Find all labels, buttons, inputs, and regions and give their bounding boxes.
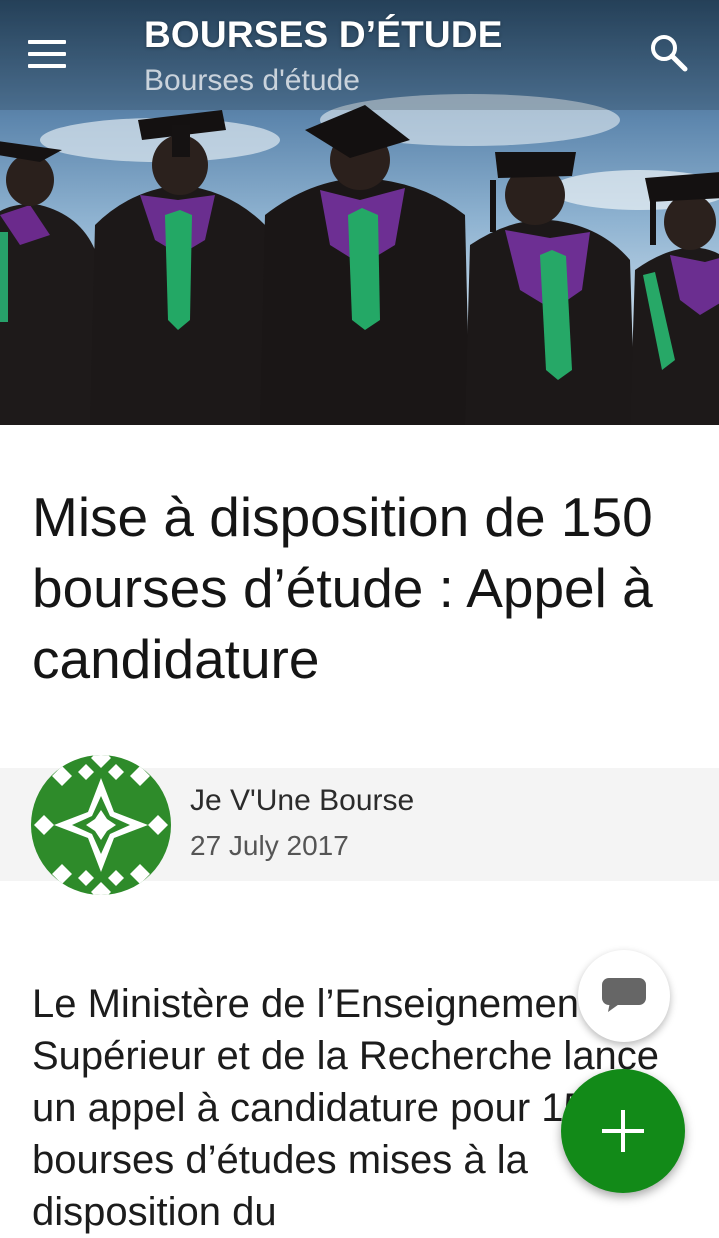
author-avatar[interactable]	[30, 754, 172, 896]
article-title: Mise à disposition de 150 bourses d’étud…	[32, 486, 653, 690]
app-bar: BOURSES D’ÉTUDE Bourses d'étude	[0, 0, 719, 110]
app-title: BOURSES D’ÉTUDE	[144, 14, 503, 55]
header-image: BOURSES D’ÉTUDE Bourses d'étude	[0, 0, 719, 425]
comment-button[interactable]	[578, 950, 670, 1042]
comment-icon	[602, 978, 646, 1012]
post-date: 27 July 2017	[190, 830, 349, 861]
avatar-pattern-icon	[31, 755, 171, 895]
add-button[interactable]	[561, 1069, 685, 1193]
author-name[interactable]: Je V'Une Bourse	[190, 784, 414, 818]
search-icon[interactable]	[646, 30, 692, 76]
plus-icon	[602, 1110, 644, 1152]
hamburger-menu-icon[interactable]	[22, 30, 70, 74]
app-subtitle: Bourses d'étude	[144, 64, 360, 97]
